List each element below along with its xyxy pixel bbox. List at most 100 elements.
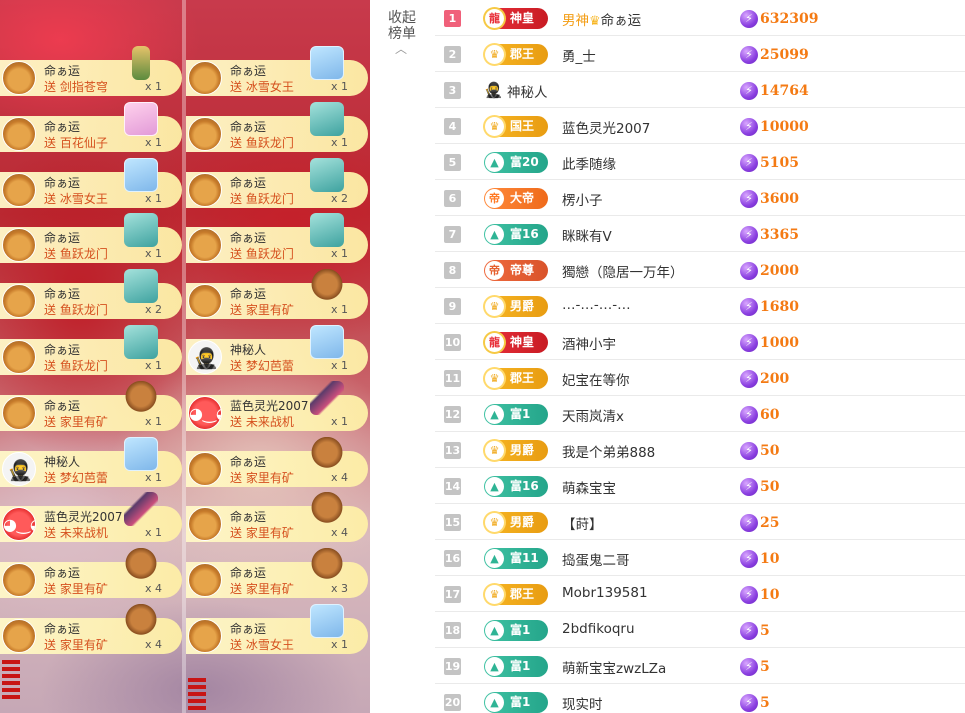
- user-avatar[interactable]: [188, 618, 222, 653]
- sender-name[interactable]: 命ぁ运: [230, 285, 266, 302]
- user-avatar[interactable]: [2, 116, 36, 151]
- user-name[interactable]: 我是个弟弟888: [562, 441, 655, 461]
- user-avatar[interactable]: [2, 61, 36, 95]
- user-name[interactable]: 男神♛命ぁ运: [562, 9, 641, 29]
- ranking-row[interactable]: 19 ▲ 富1 萌新宝宝zwzLZa ⚡ 5: [435, 648, 965, 684]
- sender-name[interactable]: 蓝色灵光2007: [230, 397, 309, 414]
- user-name[interactable]: 眯眯有V: [562, 225, 612, 245]
- rank-number: 15: [444, 514, 461, 531]
- sender-name[interactable]: 命ぁ运: [44, 564, 80, 581]
- user-name[interactable]: 楞小子: [562, 189, 603, 209]
- user-avatar[interactable]: [2, 339, 36, 374]
- user-avatar[interactable]: ◕‿◕: [188, 395, 222, 430]
- ranking-row[interactable]: 8 帝帝尊 獨戀（隐居一万年） ⚡ 2000: [435, 252, 965, 288]
- sender-name[interactable]: 命ぁ运: [230, 620, 266, 637]
- ranking-row[interactable]: 11 ♛ 郡王 妃宝在等你 ⚡ 200: [435, 360, 965, 396]
- gift-message: 命ぁ运送 家里有矿 x 4: [0, 548, 182, 599]
- user-avatar[interactable]: [188, 172, 222, 207]
- user-name[interactable]: …-…-…-…: [562, 297, 631, 313]
- menu-stack-icon[interactable]: [188, 678, 206, 713]
- sender-name[interactable]: 命ぁ运: [230, 174, 266, 191]
- user-avatar[interactable]: [2, 618, 36, 653]
- sender-name[interactable]: 命ぁ运: [230, 62, 266, 79]
- badge-label: 富11: [510, 551, 539, 565]
- sender-name[interactable]: 神秘人: [44, 453, 80, 470]
- user-avatar[interactable]: [2, 228, 36, 263]
- user-avatar[interactable]: [188, 61, 222, 95]
- user-name[interactable]: 神秘人: [507, 81, 548, 101]
- sender-name[interactable]: 命ぁ运: [230, 229, 266, 246]
- user-avatar[interactable]: [2, 563, 36, 598]
- user-name[interactable]: Mobr139581: [562, 585, 648, 601]
- dog-avatar-icon: [3, 397, 35, 429]
- user-name[interactable]: 此季随缘: [562, 153, 616, 173]
- sender-name[interactable]: 命ぁ运: [44, 118, 80, 135]
- ranking-row[interactable]: 18 ▲ 富1 2bdfikoqru ⚡ 5: [435, 612, 965, 648]
- ranking-row[interactable]: 3 🥷 神秘人 ⚡ 14764: [435, 72, 965, 108]
- sender-name[interactable]: 神秘人: [230, 341, 266, 358]
- user-name[interactable]: 萌新宝宝zwzLZa: [562, 657, 666, 677]
- sender-name[interactable]: 蓝色灵光2007: [44, 508, 123, 525]
- sender-name[interactable]: 命ぁ运: [44, 285, 80, 302]
- user-name[interactable]: 勇_士: [562, 45, 596, 65]
- ranking-row[interactable]: 14 ▲ 富16 萌森宝宝 ⚡ 50: [435, 468, 965, 504]
- bear-icon: [124, 603, 158, 638]
- ranking-row[interactable]: 15 ♛ 男爵 【莳】 ⚡ 25: [435, 504, 965, 540]
- lightning-gem-icon: ⚡: [740, 153, 758, 172]
- ranking-row[interactable]: 5 ▲ 富20 此季随缘 ⚡ 5105: [435, 144, 965, 180]
- menu-stack-icon[interactable]: [2, 660, 20, 700]
- sender-name[interactable]: 命ぁ运: [44, 62, 80, 79]
- ranking-row[interactable]: 13 ♛ 男爵 我是个弟弟888 ⚡ 50: [435, 432, 965, 468]
- ranking-row[interactable]: 16 ▲ 富11 捣蛋鬼二哥 ⚡ 10: [435, 540, 965, 576]
- user-avatar[interactable]: [2, 395, 36, 430]
- user-avatar[interactable]: [188, 507, 222, 542]
- user-name[interactable]: 酒神小宇: [562, 333, 616, 353]
- sender-name[interactable]: 命ぁ运: [230, 564, 266, 581]
- rank-number: 3: [444, 82, 461, 99]
- user-name[interactable]: 【莳】: [562, 513, 603, 533]
- gift-message: 命ぁ运送 鱼跃龙门 x 2: [186, 157, 368, 208]
- sender-name[interactable]: 命ぁ运: [44, 229, 80, 246]
- ranking-row[interactable]: 1 龍神皇 男神♛命ぁ运 ⚡ 632309: [435, 0, 965, 36]
- ranking-row[interactable]: 2 ♛ 郡王 勇_士 ⚡ 25099: [435, 36, 965, 72]
- ranking-row[interactable]: 17 ♛ 郡王 Mobr139581 ⚡ 10: [435, 576, 965, 612]
- ranking-row[interactable]: 7 ▲ 富16 眯眯有V ⚡ 3365: [435, 216, 965, 252]
- user-avatar[interactable]: 🥷: [2, 451, 36, 486]
- sender-name[interactable]: 命ぁ运: [44, 341, 80, 358]
- ranking-row[interactable]: 4 ♛ 国王 蓝色灵光2007 ⚡ 10000: [435, 108, 965, 144]
- user-name[interactable]: 獨戀（隐居一万年）: [562, 261, 684, 281]
- user-avatar[interactable]: [188, 228, 222, 263]
- ranking-row[interactable]: 20 ▲ 富1 现实时 ⚡ 5: [435, 684, 965, 713]
- chevron-up-icon[interactable]: ︿: [394, 40, 408, 56]
- gift-message: 命ぁ运送 家里有矿 x 3: [186, 548, 368, 599]
- sender-name[interactable]: 命ぁ运: [44, 397, 80, 414]
- ranking-row[interactable]: 9 ♛ 男爵 …-…-…-… ⚡ 1680: [435, 288, 965, 324]
- user-avatar[interactable]: 🥷: [188, 339, 222, 374]
- user-avatar[interactable]: [188, 451, 222, 486]
- user-name[interactable]: 捣蛋鬼二哥: [562, 549, 630, 569]
- user-avatar[interactable]: [2, 284, 36, 319]
- ranking-row[interactable]: 10 龍神皇 酒神小宇 ⚡ 1000: [435, 324, 965, 360]
- sender-name[interactable]: 命ぁ运: [44, 174, 80, 191]
- sender-name[interactable]: 命ぁ运: [230, 508, 266, 525]
- user-name[interactable]: 蓝色灵光2007: [562, 117, 650, 137]
- sender-name[interactable]: 命ぁ运: [230, 118, 266, 135]
- ranking-row[interactable]: 12 ▲ 富1 天雨岚清x ⚡ 60: [435, 396, 965, 432]
- user-name[interactable]: 天雨岚清x: [562, 405, 624, 425]
- user-avatar[interactable]: [2, 172, 36, 207]
- score-value: 14764: [760, 82, 809, 99]
- user-avatar[interactable]: [188, 116, 222, 151]
- sender-name[interactable]: 命ぁ运: [230, 453, 266, 470]
- level-badge: 龍神皇: [484, 332, 548, 353]
- collapse-ranking-button[interactable]: 收起榜单: [384, 10, 420, 42]
- ranking-row[interactable]: 6 帝大帝 楞小子 ⚡ 3600: [435, 180, 965, 216]
- user-avatar[interactable]: ◕‿◕: [2, 507, 36, 542]
- user-name[interactable]: 萌森宝宝: [562, 477, 616, 497]
- user-avatar[interactable]: [188, 284, 222, 319]
- user-avatar[interactable]: [188, 563, 222, 598]
- user-name[interactable]: 妃宝在等你: [562, 369, 630, 389]
- contribution-score: ⚡ 200: [740, 368, 789, 388]
- user-name[interactable]: 2bdfikoqru: [562, 621, 635, 637]
- sender-name[interactable]: 命ぁ运: [44, 620, 80, 637]
- user-name[interactable]: 现实时: [562, 693, 603, 713]
